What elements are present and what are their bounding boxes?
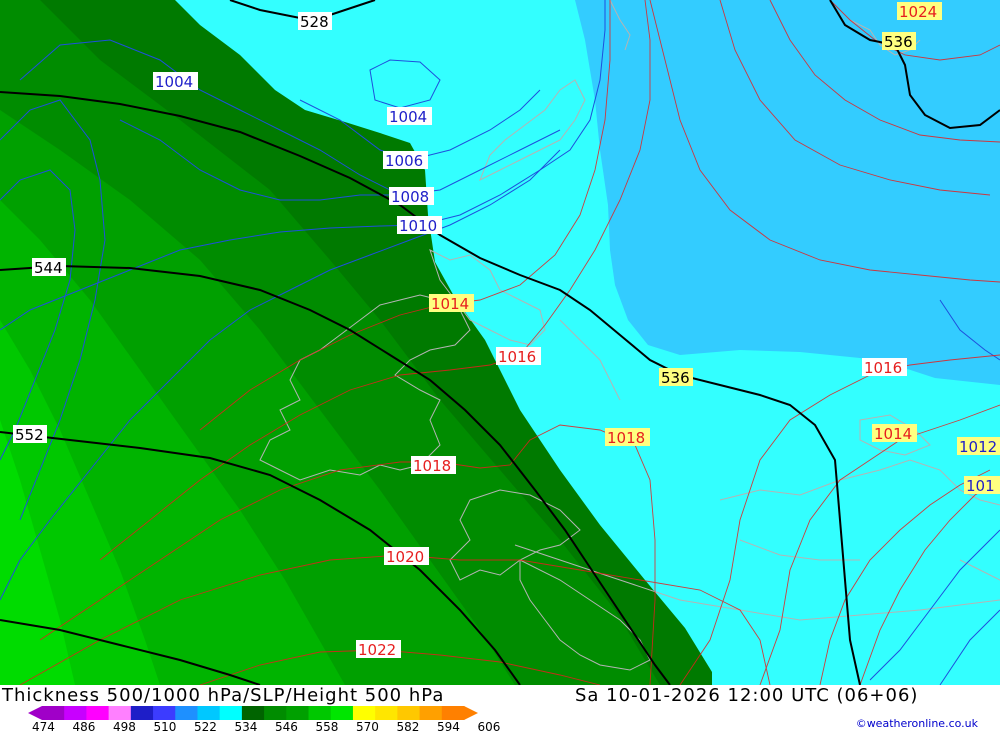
legend-swatch xyxy=(397,706,421,720)
height-label-text: 528 xyxy=(300,13,329,31)
legend-swatch xyxy=(330,706,354,720)
legend-swatch xyxy=(197,706,221,720)
isobar-label: 1004 xyxy=(387,107,432,126)
isobar-label-text: 1006 xyxy=(385,152,423,170)
isobar-label-text: 1016 xyxy=(498,348,536,366)
legend-swatch xyxy=(419,706,443,720)
legend-swatch xyxy=(352,706,376,720)
legend-tick-label: 546 xyxy=(275,720,298,734)
legend-tick-label: 522 xyxy=(194,720,217,734)
color-legend xyxy=(28,706,478,720)
legend-swatch xyxy=(241,706,265,720)
isobar-label: 1018 xyxy=(605,428,650,447)
isobar-label-text: 1024 xyxy=(899,3,937,21)
height-label-text: 536 xyxy=(661,369,690,387)
legend-swatch xyxy=(219,706,243,720)
isobar-label: 1016 xyxy=(862,358,907,377)
map-title: Thickness 500/1000 hPa/SLP/Height 500 hP… xyxy=(2,685,445,706)
legend-arrow-left xyxy=(28,706,42,720)
height-label: 536 xyxy=(882,32,916,51)
isobar-label: 101 xyxy=(964,476,1000,495)
legend-swatch xyxy=(375,706,398,720)
legend-arrow-right xyxy=(464,706,478,720)
legend-tick-label: 582 xyxy=(396,720,420,734)
isobar-label-text: 1016 xyxy=(864,359,902,377)
isobar-label: 1006 xyxy=(383,151,428,170)
legend-tick-label: 534 xyxy=(234,720,258,734)
weather-map: 528 536 536 544 552 1004 1004 1006 1008 … xyxy=(0,0,1000,685)
legend-tick-label: 486 xyxy=(72,720,96,734)
legend-swatch xyxy=(264,706,287,720)
isobar-label: 1010 xyxy=(397,216,442,235)
legend-swatch xyxy=(86,706,110,720)
legend-tick-label: 510 xyxy=(153,720,177,734)
thickness-band-528 xyxy=(575,0,1000,385)
isobar-label: 1024 xyxy=(897,2,942,21)
height-label-text: 536 xyxy=(884,33,913,51)
map-canvas: 528 536 536 544 552 1004 1004 1006 1008 … xyxy=(0,0,1000,685)
isobar-label-text: 1010 xyxy=(399,217,437,235)
isobar-label-text: 1014 xyxy=(874,425,912,443)
height-label: 552 xyxy=(13,425,47,444)
legend-tick-label: 594 xyxy=(437,720,460,734)
isobar-label: 1014 xyxy=(429,294,474,313)
isobar-label: 1016 xyxy=(496,347,541,366)
legend-tick-label: 498 xyxy=(113,720,136,734)
height-label-text: 544 xyxy=(34,259,63,277)
isobar-label: 1020 xyxy=(384,547,429,566)
legend-swatch xyxy=(130,706,154,720)
isobar-label: 1012 xyxy=(957,437,1000,456)
legend-swatch xyxy=(108,706,132,720)
legend-ticks: 474 486 498 510 522 534 546 558 570 582 594 606 xyxy=(0,720,520,734)
isobar-label-text: 1018 xyxy=(607,429,645,447)
height-label-text: 552 xyxy=(15,426,44,444)
isobar-label: 1018 xyxy=(411,456,456,475)
legend-swatch xyxy=(286,706,310,720)
legend-tick-label: 558 xyxy=(315,720,339,734)
isobar-label: 1008 xyxy=(389,187,434,206)
map-timestamp: Sa 10-01-2026 12:00 UTC (06+06) xyxy=(575,685,919,706)
isobar-label-text: 1008 xyxy=(391,188,429,206)
isobar-label-text: 1018 xyxy=(413,457,451,475)
legend-swatch xyxy=(64,706,87,720)
legend-swatch xyxy=(175,706,198,720)
footer-bar: Thickness 500/1000 hPa/SLP/Height 500 hP… xyxy=(0,685,1000,734)
isobar-label: 1022 xyxy=(356,640,401,659)
isobar-label-text: 1004 xyxy=(155,73,193,91)
isobar-label: 1014 xyxy=(872,424,917,443)
legend-tick-label: 570 xyxy=(356,720,379,734)
legend-swatch xyxy=(153,706,176,720)
credit-link[interactable]: ©weatheronline.co.uk xyxy=(856,717,978,730)
isobar-label-text: 1004 xyxy=(389,108,427,126)
isobar-label-text: 1012 xyxy=(959,438,997,456)
isobar-label-text: 1014 xyxy=(431,295,469,313)
legend-swatch xyxy=(441,706,465,720)
legend-swatch xyxy=(308,706,332,720)
isobar-label-text: 101 xyxy=(966,477,995,495)
legend-tick-label: 474 xyxy=(32,720,55,734)
height-label: 544 xyxy=(32,258,66,277)
isobar-label-text: 1022 xyxy=(358,641,396,659)
legend-tick-label: 606 xyxy=(477,720,501,734)
height-label: 536 xyxy=(659,368,693,387)
legend-swatch xyxy=(42,706,65,720)
isobar-label-text: 1020 xyxy=(386,548,424,566)
isobar-label: 1004 xyxy=(153,72,198,91)
height-label: 528 xyxy=(298,12,332,31)
